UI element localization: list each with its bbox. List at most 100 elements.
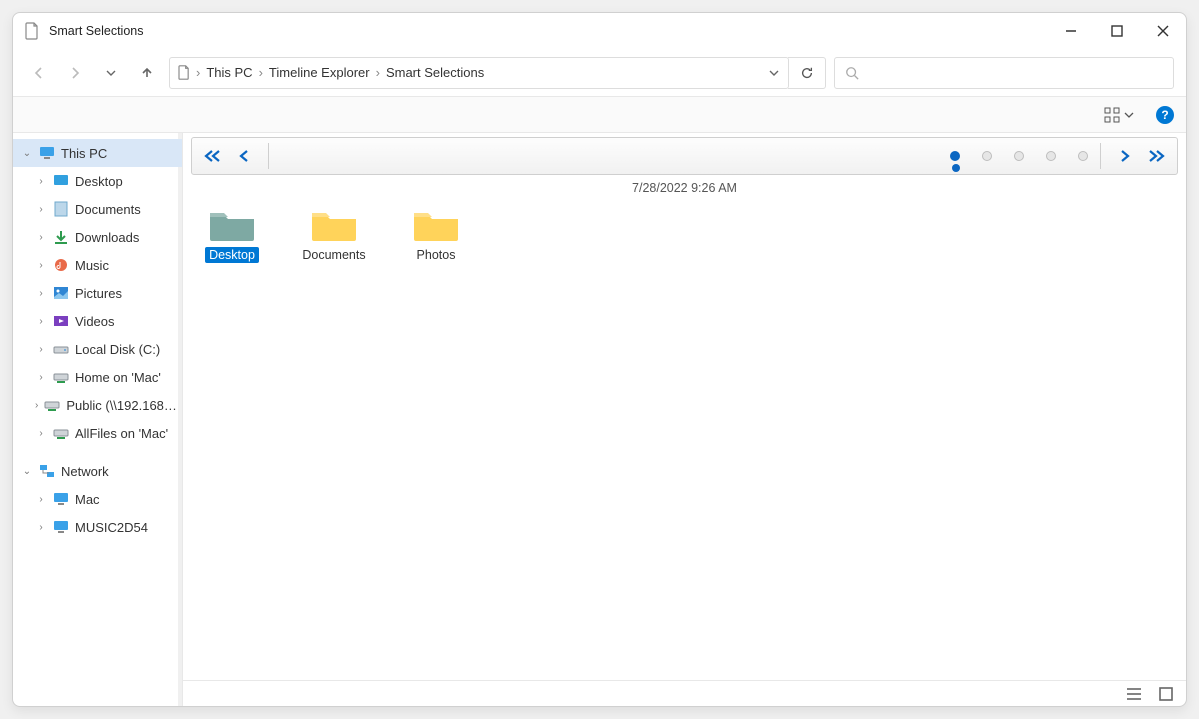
maximize-button[interactable] (1094, 13, 1140, 49)
folder-icon (412, 207, 460, 243)
folder-grid[interactable]: Desktop Documents Photos (183, 205, 1186, 263)
tree-downloads[interactable]: › Downloads (13, 223, 182, 251)
tree-pictures[interactable]: › Pictures (13, 279, 182, 307)
back-button[interactable] (25, 59, 53, 87)
breadcrumb-smart-selections[interactable]: Smart Selections (386, 65, 484, 80)
timeline-point-active[interactable] (950, 151, 960, 161)
details-view-button[interactable] (1124, 684, 1144, 704)
chevron-right-icon[interactable]: › (35, 260, 47, 271)
chevron-down-icon[interactable]: ⌄ (21, 148, 33, 159)
timeline-prev-button[interactable] (232, 144, 256, 168)
tree-label: Home on 'Mac' (75, 370, 161, 385)
tree-label: This PC (61, 146, 107, 161)
chevron-right-icon[interactable]: › (35, 344, 47, 355)
tree-documents[interactable]: › Documents (13, 195, 182, 223)
tree-public[interactable]: › Public (\\192.168… (13, 391, 182, 419)
chevron-right-icon[interactable]: › (35, 232, 47, 243)
address-bar[interactable]: › This PC › Timeline Explorer › Smart Se… (169, 57, 789, 89)
folder-label: Photos (413, 247, 460, 263)
timeline-first-button[interactable] (200, 144, 224, 168)
music-icon (53, 257, 69, 273)
tree-network[interactable]: ⌄ Network (13, 457, 182, 485)
desktop-icon (53, 173, 69, 189)
chevron-right-icon[interactable]: › (35, 494, 47, 505)
breadcrumb-sep: › (196, 65, 200, 80)
tree-label: Pictures (75, 286, 122, 301)
chevron-down-icon[interactable] (768, 67, 780, 79)
search-input[interactable] (867, 65, 1163, 80)
computer-icon (53, 519, 69, 535)
network-icon (39, 463, 55, 479)
tree-mac[interactable]: › Mac (13, 485, 182, 513)
network-drive-icon (44, 397, 60, 413)
toolbar: › This PC › Timeline Explorer › Smart Se… (13, 49, 1186, 97)
timeline-bar (191, 137, 1178, 175)
chevron-right-icon[interactable]: › (35, 400, 38, 411)
tree-label: Local Disk (C:) (75, 342, 160, 357)
timeline-last-button[interactable] (1145, 144, 1169, 168)
tree-label: Network (61, 464, 109, 479)
pictures-icon (53, 285, 69, 301)
content-pane: 7/28/2022 9:26 AM Desktop Documents (183, 133, 1186, 706)
search-icon (845, 66, 859, 80)
forward-button[interactable] (61, 59, 89, 87)
tree-desktop[interactable]: › Desktop (13, 167, 182, 195)
chevron-right-icon[interactable]: › (35, 372, 47, 383)
large-icons-view-button[interactable] (1156, 684, 1176, 704)
breadcrumb-sep: › (376, 65, 380, 80)
tree-label: Mac (75, 492, 100, 507)
recent-locations-button[interactable] (97, 59, 125, 87)
timeline-timestamp: 7/28/2022 9:26 AM (183, 175, 1186, 205)
timeline-track[interactable] (281, 147, 1088, 165)
navigation-pane[interactable]: ⌄ This PC › Desktop › Documents › Downlo… (13, 133, 183, 706)
tree-label: Desktop (75, 174, 123, 189)
tree-music2d54[interactable]: › MUSIC2D54 (13, 513, 182, 541)
chevron-right-icon[interactable]: › (35, 316, 47, 327)
breadcrumb-sep: › (259, 65, 263, 80)
chevron-right-icon[interactable]: › (35, 176, 47, 187)
tree-this-pc[interactable]: ⌄ This PC (13, 139, 182, 167)
divider (268, 143, 269, 169)
chevron-down-icon (1124, 110, 1134, 120)
tree-home-mac[interactable]: › Home on 'Mac' (13, 363, 182, 391)
timeline-point[interactable] (1014, 151, 1024, 161)
document-icon (25, 22, 39, 40)
folder-documents[interactable]: Documents (297, 207, 371, 263)
document-icon (53, 201, 69, 217)
tree-label: Downloads (75, 230, 139, 245)
computer-icon (53, 491, 69, 507)
timeline-point[interactable] (1078, 151, 1088, 161)
network-drive-icon (53, 369, 69, 385)
search-box[interactable] (834, 57, 1174, 89)
folder-photos[interactable]: Photos (399, 207, 473, 263)
chevron-right-icon[interactable]: › (35, 204, 47, 215)
chevron-right-icon[interactable]: › (35, 522, 47, 533)
chevron-down-icon[interactable]: ⌄ (21, 466, 33, 477)
up-button[interactable] (133, 59, 161, 87)
breadcrumb-timeline-explorer[interactable]: Timeline Explorer (269, 65, 370, 80)
tree-label: Documents (75, 202, 141, 217)
timeline-point[interactable] (982, 151, 992, 161)
help-button[interactable]: ? (1156, 106, 1174, 124)
view-options-button[interactable] (1104, 107, 1134, 123)
tree-label: AllFiles on 'Mac' (75, 426, 168, 441)
tree-local-disk[interactable]: › Local Disk (C:) (13, 335, 182, 363)
tree-label: Public (\\192.168… (66, 398, 177, 413)
tree-music[interactable]: › Music (13, 251, 182, 279)
timeline-point[interactable] (1046, 151, 1056, 161)
timeline-next-button[interactable] (1113, 144, 1137, 168)
download-icon (53, 229, 69, 245)
breadcrumb-this-pc[interactable]: This PC (206, 65, 252, 80)
tree-videos[interactable]: › Videos (13, 307, 182, 335)
body: ⌄ This PC › Desktop › Documents › Downlo… (13, 133, 1186, 706)
chevron-right-icon[interactable]: › (35, 428, 47, 439)
drive-icon (53, 341, 69, 357)
tree-allfiles-mac[interactable]: › AllFiles on 'Mac' (13, 419, 182, 447)
folder-label: Documents (298, 247, 369, 263)
window: Smart Selections › This P (12, 12, 1187, 707)
refresh-button[interactable] (788, 57, 826, 89)
minimize-button[interactable] (1048, 13, 1094, 49)
folder-desktop[interactable]: Desktop (195, 207, 269, 263)
chevron-right-icon[interactable]: › (35, 288, 47, 299)
close-button[interactable] (1140, 13, 1186, 49)
